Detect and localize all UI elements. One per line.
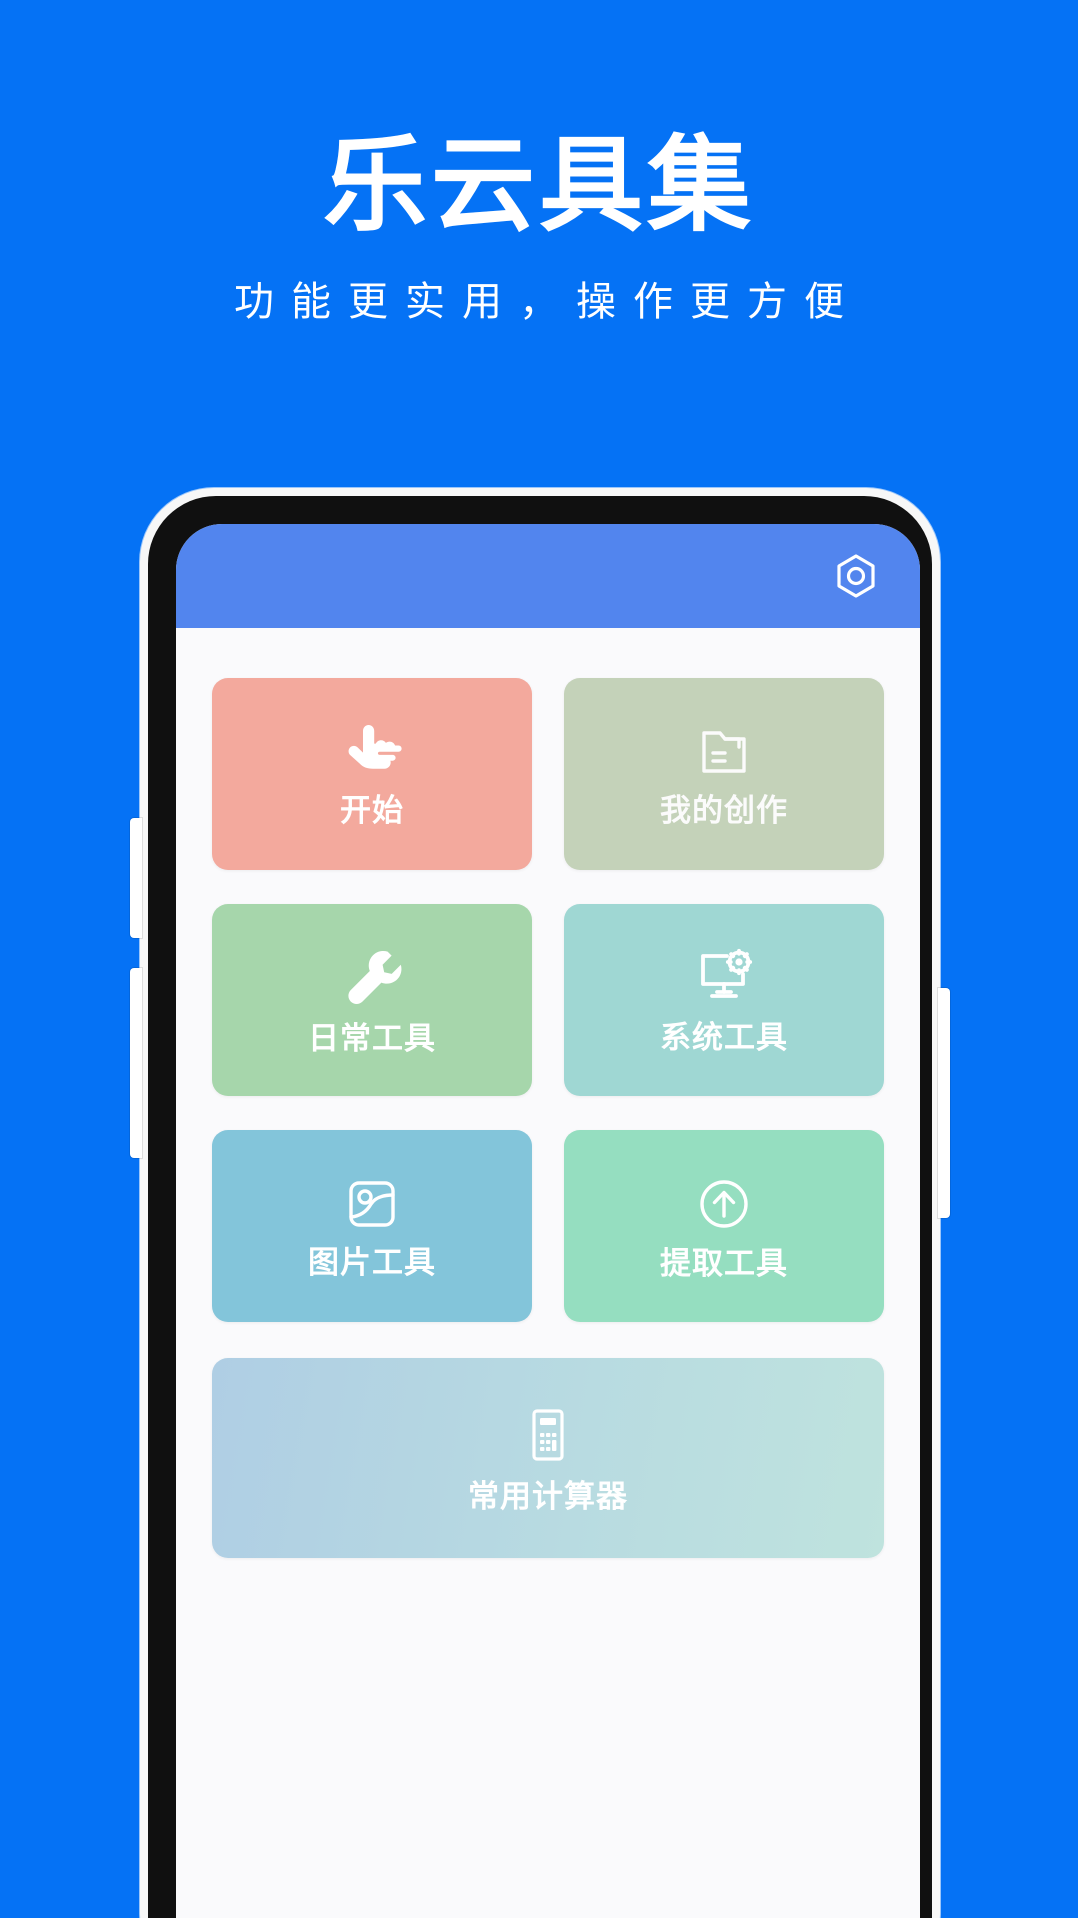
tile-label: 我的创作 bbox=[660, 792, 788, 828]
phone-volume-down-button[interactable] bbox=[130, 968, 142, 1158]
tile-extract-tools[interactable]: 提取工具 bbox=[564, 1130, 884, 1322]
tile-label: 提取工具 bbox=[660, 1245, 788, 1281]
monitor-gear-icon bbox=[692, 948, 756, 1008]
app-header-bar bbox=[176, 524, 920, 628]
phone-power-button[interactable] bbox=[938, 988, 950, 1218]
pointing-hand-icon bbox=[341, 723, 403, 781]
tile-image-tools[interactable]: 图片工具 bbox=[212, 1130, 532, 1322]
page-title: 乐云具集 bbox=[322, 128, 755, 244]
image-photo-icon bbox=[342, 1175, 402, 1233]
tile-label: 系统工具 bbox=[660, 1019, 788, 1055]
tile-label: 开始 bbox=[340, 792, 404, 828]
folder-document-icon bbox=[693, 723, 755, 781]
app-content: 开始 我的创作 日常工具 系统工具 图片工具 提取工具 常用计算器 bbox=[176, 628, 920, 1918]
tile-system-tools[interactable]: 系统工具 bbox=[564, 904, 884, 1096]
phone-screen: 开始 我的创作 日常工具 系统工具 图片工具 提取工具 常用计算器 bbox=[176, 524, 920, 1918]
tile-daily-tools[interactable]: 日常工具 bbox=[212, 904, 532, 1096]
arrow-up-circle-icon bbox=[693, 1174, 755, 1234]
tile-label: 日常工具 bbox=[308, 1020, 436, 1056]
page-subtitle: 功能更实用，操作更方便 bbox=[234, 280, 861, 325]
tile-start[interactable]: 开始 bbox=[212, 678, 532, 870]
calculator-icon bbox=[523, 1405, 573, 1467]
settings-gear-icon[interactable] bbox=[830, 550, 882, 602]
phone-volume-up-button[interactable] bbox=[130, 818, 142, 938]
tile-label: 图片工具 bbox=[308, 1244, 436, 1280]
tile-my-creations[interactable]: 我的创作 bbox=[564, 678, 884, 870]
phone-mockup: 开始 我的创作 日常工具 系统工具 图片工具 提取工具 常用计算器 bbox=[130, 488, 950, 1918]
tool-grid: 开始 我的创作 日常工具 系统工具 图片工具 提取工具 常用计算器 bbox=[212, 678, 884, 1558]
tile-calculator[interactable]: 常用计算器 bbox=[212, 1358, 884, 1558]
phone-bezel: 开始 我的创作 日常工具 系统工具 图片工具 提取工具 常用计算器 bbox=[148, 496, 932, 1918]
promo-header: 乐云具集 功能更实用，操作更方便 bbox=[0, 0, 1078, 327]
wrench-icon bbox=[340, 947, 404, 1009]
tile-label: 常用计算器 bbox=[468, 1478, 628, 1514]
promo-page: 乐云具集 功能更实用，操作更方便 开始 我的创作 日常工具 系统工具 图片工具 … bbox=[0, 0, 1078, 1918]
